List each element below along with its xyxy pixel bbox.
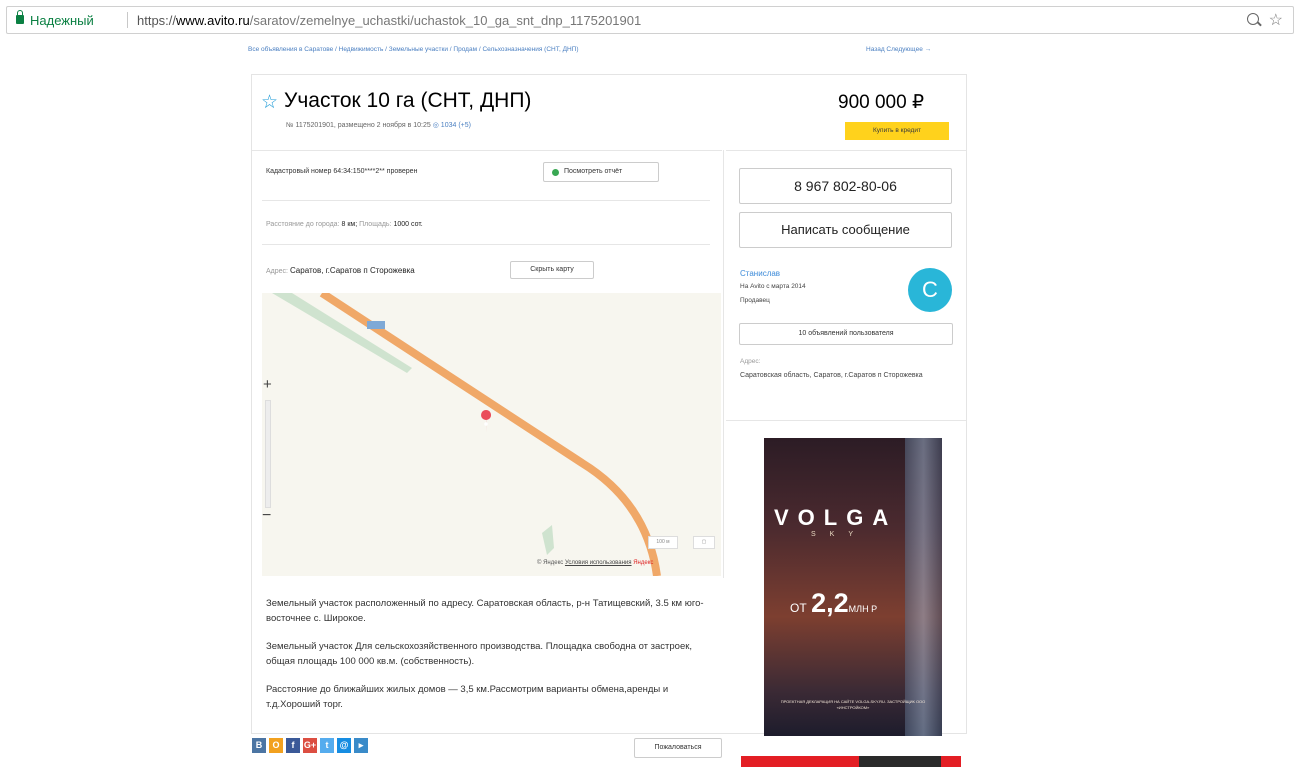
location-pin-icon — [481, 410, 492, 433]
avatar[interactable]: С — [908, 268, 952, 312]
back-next-links[interactable]: Назад Следующее → — [866, 46, 931, 53]
zoom-slider[interactable] — [265, 400, 271, 508]
check-icon — [552, 169, 559, 176]
map-graphics — [272, 293, 661, 576]
price: 900 000 ₽ — [838, 92, 925, 113]
lj-share-icon[interactable]: ▸ — [354, 738, 368, 753]
road — [319, 293, 661, 576]
credit-button[interactable]: Купить в кредит — [845, 122, 949, 140]
breadcrumb[interactable]: Все объявления в Саратове / Недвижимость… — [248, 46, 579, 53]
divider — [127, 12, 128, 28]
omnibox[interactable]: Надежный https://www.avito.ru/saratov/ze… — [6, 6, 1294, 34]
complain-button[interactable]: Пожаловаться — [634, 738, 722, 758]
divider — [262, 200, 710, 201]
map-layers-button[interactable]: ▢ — [693, 536, 715, 549]
divider — [726, 150, 966, 151]
phone-button[interactable]: 8 967 802-80-06 — [739, 168, 952, 204]
zoom-in-button[interactable]: + — [263, 376, 272, 393]
divider — [723, 150, 724, 578]
page-title: Участок 10 га (СНТ, ДНП) — [284, 89, 532, 112]
google-share-icon[interactable]: G+ — [303, 738, 317, 753]
write-message-button[interactable]: Написать сообщение — [739, 212, 952, 248]
twitter-share-icon[interactable]: t — [320, 738, 334, 753]
banner-note: ПРОЕКТНАЯ ДЕКЛАРАЦИЯ НА САЙТЕ VOLGA-SKY.… — [780, 699, 926, 710]
bookmark-star-icon[interactable]: ☆ — [1269, 10, 1283, 30]
map-scale: 100 м — [648, 536, 678, 549]
description-paragraph: Земельный участок расположенный по адрес… — [266, 598, 704, 624]
favorite-star-icon[interactable]: ☆ — [261, 91, 278, 114]
distance-area: Расстояние до города: 8 км; Площадь: 100… — [266, 221, 423, 228]
views-count: ◎ 1034 (+5) — [432, 122, 471, 129]
facebook-share-icon[interactable]: f — [286, 738, 300, 753]
seller-name-link[interactable]: Станислав — [740, 269, 780, 278]
divider — [252, 150, 722, 151]
secure-label: Надежный — [30, 13, 94, 28]
description-paragraph: Земельный участок Для сельскохозяйственн… — [266, 641, 693, 667]
seller-role: Продавец — [740, 297, 770, 304]
map-terms-link[interactable]: Условия использования — [565, 560, 632, 566]
view-report-button[interactable]: Посмотреть отчёт — [543, 162, 659, 182]
zoom-out-button[interactable]: − — [262, 507, 271, 525]
vk-share-icon[interactable]: В — [252, 738, 266, 753]
hide-map-button[interactable]: Скрыть карту — [510, 261, 594, 279]
road-sign — [367, 321, 385, 329]
listing-meta: № 1175201901, размещено 2 ноября в 10:25… — [286, 122, 471, 129]
mail-share-icon[interactable]: @ — [337, 738, 351, 753]
user-ads-button[interactable]: 10 объявлений пользователя — [739, 323, 953, 345]
zoom-icon[interactable] — [1247, 13, 1259, 25]
ok-share-icon[interactable]: О — [269, 738, 283, 753]
social-share: В О f G+ t @ ▸ — [252, 738, 368, 753]
cadastral-number: Кадастровый номер 64:34:150****2** прове… — [266, 168, 418, 175]
map-footer: © Яндекс Условия использования Яндекс — [537, 560, 654, 566]
address-row: Адрес: Саратов, г.Саратов п Сторожевка — [266, 266, 415, 275]
green-area — [542, 525, 554, 555]
lock-icon — [16, 10, 24, 24]
url-text[interactable]: https://www.avito.ru/saratov/zemelnye_uc… — [137, 13, 641, 28]
browser-address-bar: Надежный https://www.avito.ru/saratov/ze… — [0, 0, 1300, 40]
banner-subheadline: SKY — [811, 531, 868, 538]
bottom-ad-banner[interactable] — [741, 756, 961, 767]
seller-since: На Avito с марта 2014 — [740, 283, 806, 290]
description-paragraph: Расстояние до ближайших жилых домов — 3,… — [266, 684, 669, 710]
seller-address-label: Адрес: — [740, 358, 761, 365]
seller-address: Саратовская область, Саратов, г.Саратов … — [740, 372, 923, 379]
divider — [262, 244, 710, 245]
banner-tower-graphic — [905, 438, 942, 736]
banner-headline: VOLGA — [774, 505, 898, 530]
banner-price: ОТ 2,2МЛН Р — [790, 588, 878, 618]
divider — [726, 420, 966, 421]
map[interactable] — [262, 293, 721, 576]
